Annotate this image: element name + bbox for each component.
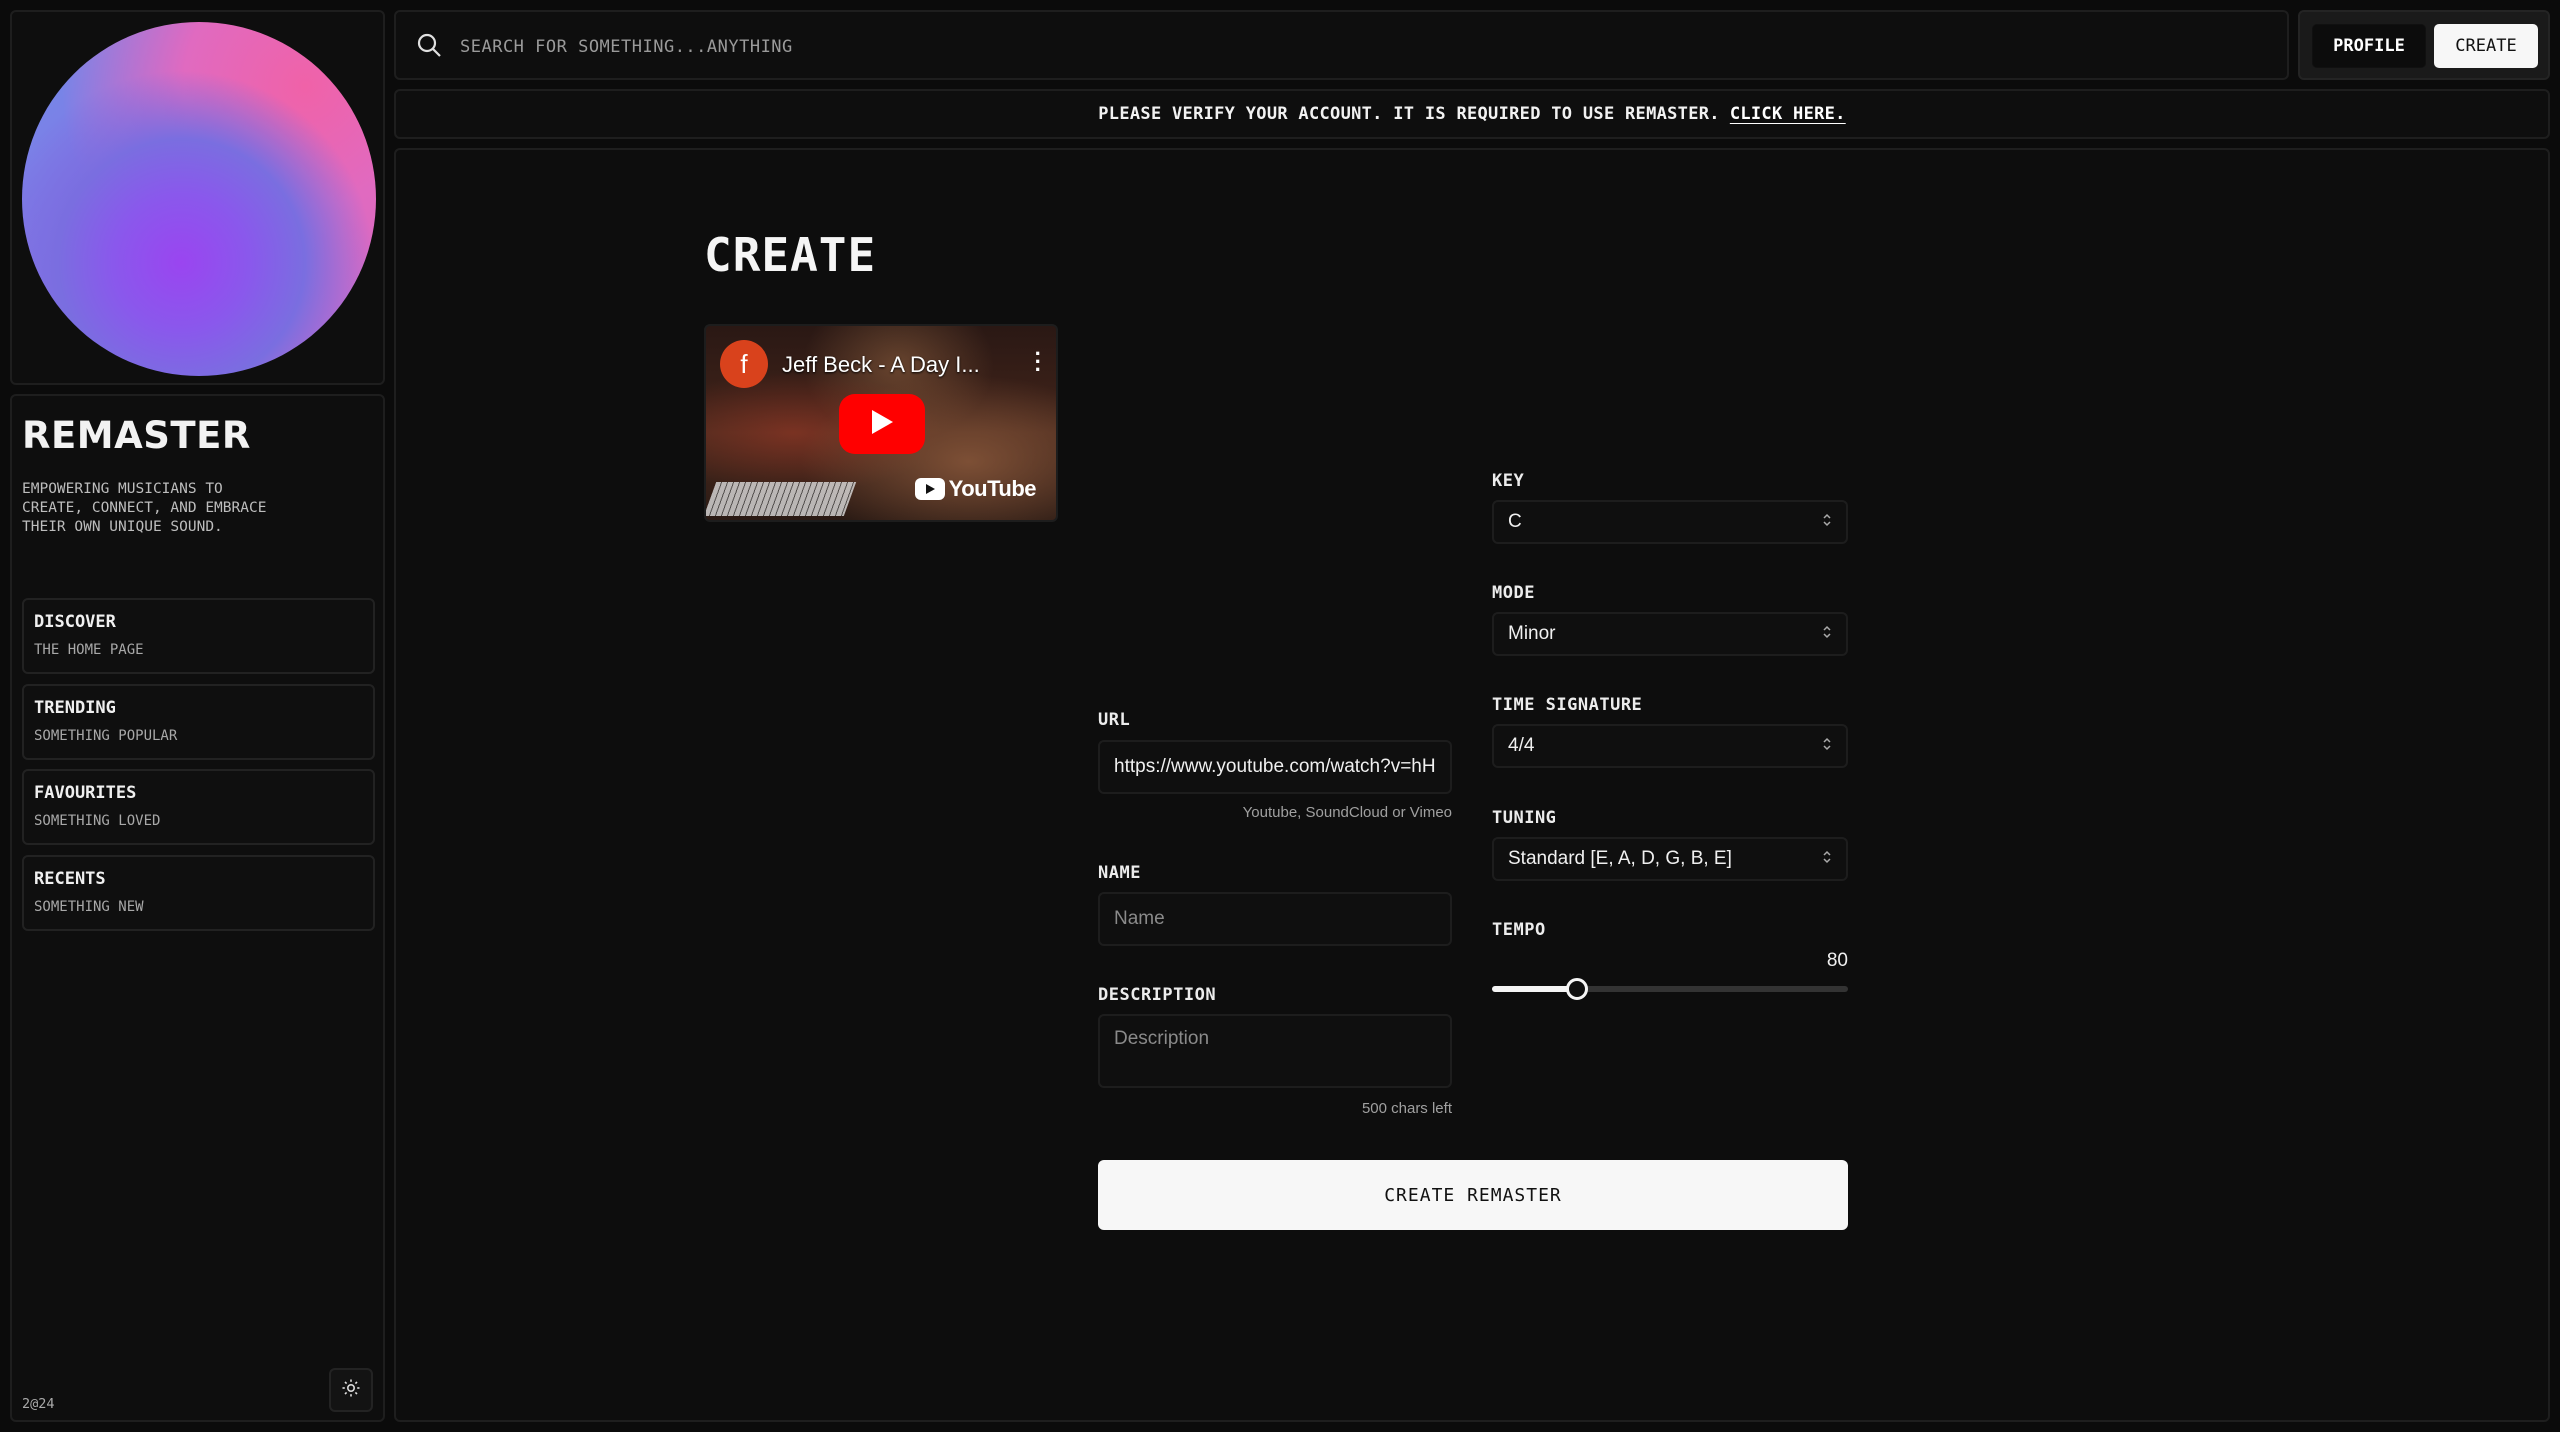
- name-label: NAME: [1098, 863, 1141, 883]
- mode-label: MODE: [1492, 583, 1535, 603]
- nav-subtitle: THE HOME PAGE: [34, 642, 144, 658]
- profile-button[interactable]: PROFILE: [2312, 24, 2426, 68]
- sidebar: REMASTER EMPOWERING MUSICIANS TO CREATE,…: [10, 394, 385, 1422]
- search-icon: [416, 32, 442, 62]
- create-button[interactable]: CREATE: [2434, 24, 2538, 68]
- tuning-value: Standard [E, A, D, G, B, E]: [1508, 848, 1732, 869]
- sun-icon: [341, 1378, 361, 1402]
- time-signature-select[interactable]: 4/4: [1492, 724, 1848, 768]
- description-field[interactable]: [1098, 1014, 1452, 1088]
- video-keyboard-graphic: [706, 482, 857, 516]
- nav-title: RECENTS: [34, 869, 106, 889]
- key-select[interactable]: C: [1492, 500, 1848, 544]
- url-hint: Youtube, SoundCloud or Vimeo: [1242, 804, 1452, 821]
- more-vert-icon[interactable]: · · ·: [1035, 343, 1042, 381]
- artwork-panel: [10, 10, 385, 385]
- tempo-label: TEMPO: [1492, 920, 1546, 940]
- sidebar-item-trending[interactable]: TRENDING SOMETHING POPULAR: [22, 684, 375, 760]
- video-preview[interactable]: f Jeff Beck - A Day I... · · · YouTube: [704, 324, 1058, 522]
- nav-subtitle: SOMETHING POPULAR: [34, 728, 178, 744]
- key-label: KEY: [1492, 471, 1525, 491]
- description-char-count: 500 chars left: [1361, 1100, 1452, 1117]
- tempo-value: 80: [1826, 950, 1848, 971]
- tempo-slider[interactable]: [1492, 978, 1848, 1000]
- verify-banner: PLEASE VERIFY YOUR ACCOUNT. IT IS REQUIR…: [394, 89, 2550, 139]
- key-value: C: [1508, 511, 1522, 532]
- nav-title: FAVOURITES: [34, 783, 137, 803]
- app-tagline: EMPOWERING MUSICIANS TO CREATE, CONNECT,…: [22, 481, 267, 535]
- play-button[interactable]: [839, 394, 925, 454]
- sidebar-item-recents[interactable]: RECENTS SOMETHING NEW: [22, 855, 375, 931]
- copyright-year: 2@24: [22, 1396, 55, 1412]
- name-field[interactable]: [1098, 892, 1452, 946]
- youtube-icon: [914, 478, 945, 500]
- youtube-logo[interactable]: YouTube: [914, 476, 1037, 502]
- url-label: URL: [1098, 710, 1131, 730]
- app-logo[interactable]: REMASTER: [22, 414, 251, 457]
- nav-subtitle: SOMETHING NEW: [34, 899, 144, 915]
- url-field[interactable]: [1098, 740, 1452, 794]
- time-signature-label: TIME SIGNATURE: [1492, 695, 1643, 715]
- tuning-select[interactable]: Standard [E, A, D, G, B, E]: [1492, 837, 1848, 881]
- play-icon: [870, 409, 894, 439]
- nav-subtitle: SOMETHING LOVED: [34, 813, 161, 829]
- mode-select[interactable]: Minor: [1492, 612, 1848, 656]
- sidebar-item-favourites[interactable]: FAVOURITES SOMETHING LOVED: [22, 769, 375, 845]
- tuning-label: TUNING: [1492, 808, 1557, 828]
- verify-link[interactable]: CLICK HERE.: [1730, 104, 1846, 124]
- channel-avatar[interactable]: f: [720, 340, 768, 388]
- youtube-wordmark: YouTube: [948, 476, 1037, 501]
- sidebar-item-discover[interactable]: DISCOVER THE HOME PAGE: [22, 598, 375, 674]
- search-bar: [394, 10, 2289, 80]
- chevron-updown-icon: [1822, 848, 1832, 870]
- verify-message: PLEASE VERIFY YOUR ACCOUNT. IT IS REQUIR…: [1098, 104, 1720, 124]
- search-input[interactable]: [460, 28, 2160, 66]
- page-title: CREATE: [704, 228, 877, 282]
- tempo-slider-fill: [1492, 986, 1578, 992]
- create-remaster-button[interactable]: CREATE REMASTER: [1098, 1160, 1848, 1230]
- theme-toggle-button[interactable]: [329, 1368, 373, 1412]
- nav-title: TRENDING: [34, 698, 116, 718]
- nav-title: DISCOVER: [34, 612, 116, 632]
- chevron-updown-icon: [1822, 511, 1832, 533]
- chevron-updown-icon: [1822, 735, 1832, 757]
- mode-value: Minor: [1508, 623, 1556, 644]
- description-label: DESCRIPTION: [1098, 985, 1217, 1005]
- time-signature-value: 4/4: [1508, 735, 1535, 756]
- video-title[interactable]: Jeff Beck - A Day I...: [782, 352, 980, 378]
- top-actions: PROFILE CREATE: [2298, 10, 2550, 80]
- gradient-orb: [22, 22, 376, 376]
- chevron-updown-icon: [1822, 623, 1832, 645]
